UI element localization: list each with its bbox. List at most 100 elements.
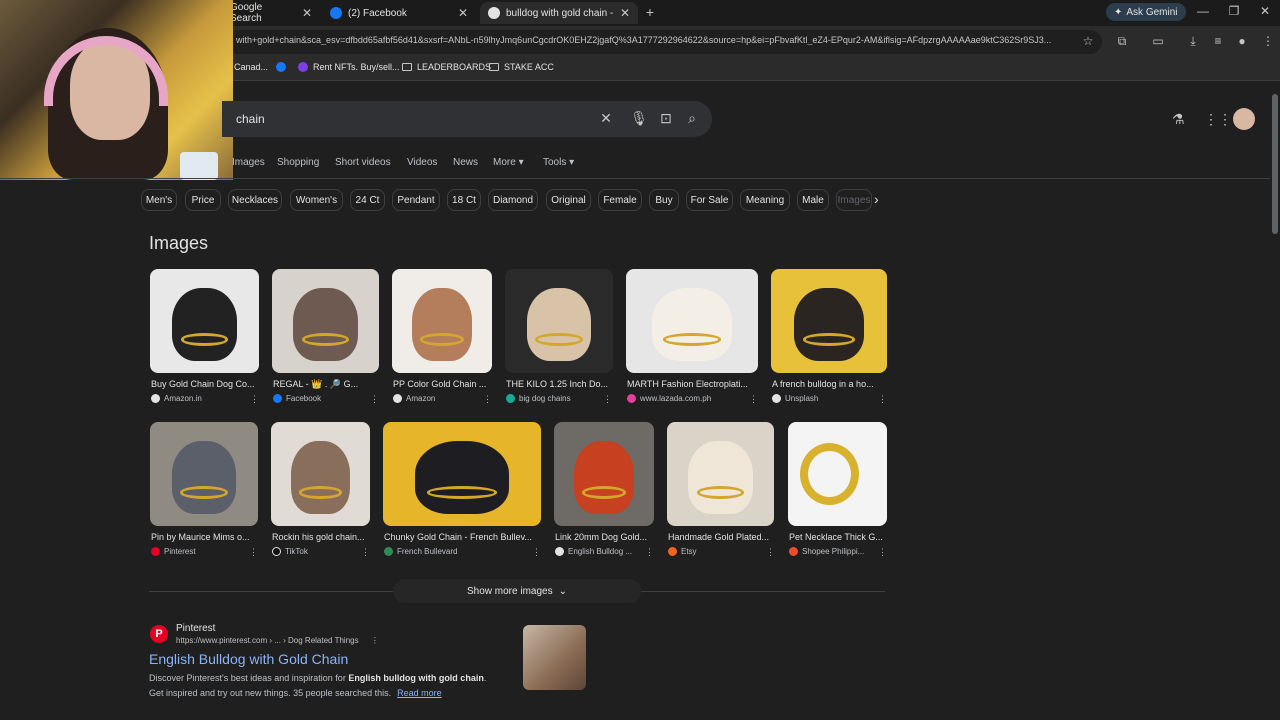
menu-icon[interactable]: ⋮ [1260, 34, 1276, 48]
image-source[interactable]: Pinterest [151, 547, 196, 556]
image-result[interactable] [554, 422, 654, 526]
image-source[interactable]: French Bullevard [384, 547, 457, 556]
image-result[interactable] [271, 422, 370, 526]
image-result[interactable] [272, 269, 379, 373]
media-icon[interactable]: ≡ [1210, 34, 1226, 48]
more-options-icon[interactable]: ⋮ [371, 636, 379, 645]
more-options-icon[interactable]: ⋮ [878, 394, 887, 405]
chip-pendant[interactable]: Pendant [392, 189, 440, 211]
scrollbar-thumb[interactable] [1272, 94, 1278, 234]
new-tab-button[interactable]: + [640, 4, 660, 20]
tab-news[interactable]: News [453, 157, 478, 168]
minimize-icon[interactable]: — [1193, 4, 1213, 18]
labs-icon[interactable]: ⚗ [1172, 111, 1185, 128]
image-source[interactable]: Etsy [668, 547, 697, 556]
close-window-icon[interactable]: ✕ [1255, 4, 1275, 18]
extensions-icon[interactable]: ⧉ [1114, 34, 1130, 49]
restore-icon[interactable]: ❐ [1224, 4, 1244, 18]
search-input[interactable]: chain [236, 112, 265, 126]
image-caption[interactable]: Link 20mm Dog Gold... [555, 532, 653, 542]
image-caption[interactable]: Chunky Gold Chain - French Bullev... [384, 532, 540, 542]
chip-male[interactable]: Male [797, 189, 829, 211]
image-caption[interactable]: MARTH Fashion Electroplati... [627, 379, 755, 389]
image-source[interactable]: Facebook [273, 394, 321, 403]
image-caption[interactable]: Pet Necklace Thick G... [789, 532, 886, 542]
more-options-icon[interactable]: ⋮ [532, 547, 541, 558]
bookmark-star-icon[interactable]: ☆ [1080, 34, 1096, 48]
image-caption[interactable]: A french bulldog in a ho... [772, 379, 884, 389]
bookmark-stake-acc[interactable]: STAKE ACC [489, 62, 554, 72]
image-caption[interactable]: PP Color Gold Chain ... [393, 379, 491, 389]
close-icon[interactable]: ✕ [620, 6, 630, 20]
result-thumbnail[interactable] [523, 625, 586, 690]
image-source[interactable]: English Bulldog ... [555, 547, 632, 556]
search-bar[interactable]: chain ✕ 🎙 ⊡ ⌕ [222, 101, 712, 137]
chip-meaning[interactable]: Meaning [740, 189, 790, 211]
image-result[interactable] [771, 269, 887, 373]
chip-female[interactable]: Female [598, 189, 642, 211]
image-caption[interactable]: Rockin his gold chain... [272, 532, 369, 542]
tab-google-search[interactable]: Google Search ✕ [222, 2, 320, 24]
show-more-images-button[interactable]: Show more images ⌄ [393, 579, 641, 603]
read-more-link[interactable]: Read more [397, 688, 442, 698]
image-caption[interactable]: Pin by Maurice Mims o... [151, 532, 256, 542]
image-result[interactable] [150, 269, 259, 373]
bookmark-canada[interactable]: Canad... [234, 62, 268, 72]
chevron-right-icon[interactable]: › [874, 191, 879, 207]
tab-videos[interactable]: Videos [407, 157, 437, 168]
search-icon[interactable]: ⌕ [683, 110, 701, 127]
bookmark-leaderboards[interactable]: LEADERBOARDS [402, 62, 491, 72]
image-caption[interactable]: Handmade Gold Plated... [668, 532, 773, 542]
apps-grid-icon[interactable]: ⋮⋮ [1204, 111, 1232, 128]
more-options-icon[interactable]: ⋮ [250, 394, 259, 405]
image-result[interactable] [150, 422, 258, 526]
more-options-icon[interactable]: ⋮ [749, 394, 758, 405]
more-options-icon[interactable]: ⋮ [603, 394, 612, 405]
chip-buy[interactable]: Buy [649, 189, 679, 211]
chip-18ct[interactable]: 18 Ct [447, 189, 481, 211]
image-source[interactable]: www.lazada.com.ph [627, 394, 711, 403]
result-site-name[interactable]: Pinterest [176, 623, 215, 634]
chip-for-sale[interactable]: For Sale [686, 189, 733, 211]
tab-more[interactable]: More ▾ [493, 157, 524, 168]
lens-icon[interactable]: ⊡ [657, 110, 675, 127]
image-result[interactable] [667, 422, 774, 526]
tab-shopping[interactable]: Shopping [277, 157, 319, 168]
result-url[interactable]: https://www.pinterest.com › ... › Dog Re… [176, 636, 379, 645]
image-source[interactable]: big dog chains [506, 394, 571, 403]
tab-images[interactable]: Images [232, 157, 265, 168]
url-text[interactable]: with+gold+chain&sca_esv=dfbdd65afbf56d41… [236, 35, 1066, 45]
image-result[interactable] [392, 269, 492, 373]
address-bar[interactable]: with+gold+chain&sca_esv=dfbdd65afbf56d41… [226, 30, 1102, 54]
download-icon[interactable]: ⤓ [1185, 34, 1201, 49]
more-options-icon[interactable]: ⋮ [370, 394, 379, 405]
image-caption[interactable]: Buy Gold Chain Dog Co... [151, 379, 257, 389]
chip-images[interactable]: Images [836, 189, 872, 211]
bookmark-facebook[interactable] [276, 62, 286, 72]
tab-bulldog-search[interactable]: bulldog with gold chain - Goog ✕ [480, 2, 638, 24]
chip-24ct[interactable]: 24 Ct [350, 189, 385, 211]
image-caption[interactable]: REGAL - 👑 . 🔎 G... [273, 379, 377, 390]
image-source[interactable]: Amazon.in [151, 394, 202, 403]
chip-price[interactable]: Price [185, 189, 221, 211]
close-icon[interactable]: ✕ [458, 6, 468, 20]
bookmark-rent-nfts[interactable]: Rent NFTs. Buy/sell... [298, 62, 400, 72]
microphone-icon[interactable]: 🎙 [630, 110, 648, 127]
image-source[interactable]: Unsplash [772, 394, 818, 403]
close-icon[interactable]: ✕ [302, 6, 312, 20]
tab-tools[interactable]: Tools ▾ [543, 157, 574, 168]
avatar[interactable] [1233, 108, 1255, 130]
more-options-icon[interactable]: ⋮ [361, 547, 370, 558]
chip-necklaces[interactable]: Necklaces [228, 189, 282, 211]
side-panel-icon[interactable]: ▭ [1150, 34, 1166, 48]
chip-original[interactable]: Original [546, 189, 591, 211]
image-source[interactable]: TikTok [272, 547, 308, 556]
image-source[interactable]: Shopee Philippi... [789, 547, 864, 556]
image-result[interactable] [383, 422, 541, 526]
more-options-icon[interactable]: ⋮ [766, 547, 775, 558]
result-title-link[interactable]: English Bulldog with Gold Chain [149, 651, 348, 667]
ask-gemini-button[interactable]: ✦ Ask Gemini [1106, 3, 1186, 21]
image-result[interactable] [788, 422, 887, 526]
more-options-icon[interactable]: ⋮ [249, 547, 258, 558]
image-source[interactable]: Amazon [393, 394, 435, 403]
